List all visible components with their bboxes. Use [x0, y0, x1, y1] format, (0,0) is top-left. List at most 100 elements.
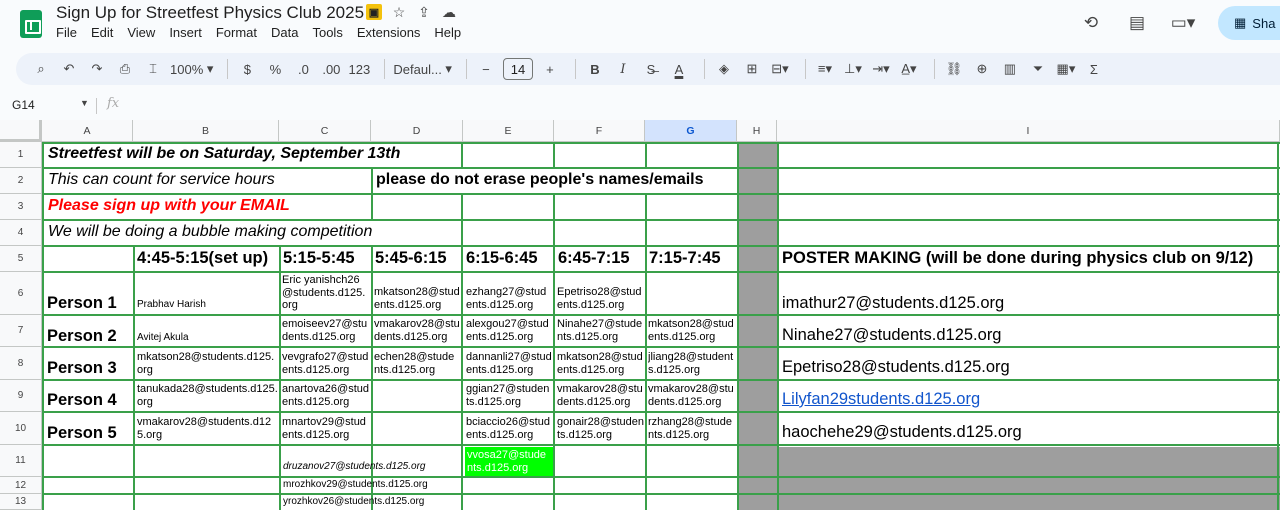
move-icon[interactable]: ⇪: [416, 4, 432, 20]
person-label[interactable]: Person 4: [47, 391, 132, 411]
font-size-decrease-button[interactable]: −: [475, 57, 497, 81]
menu-help[interactable]: Help: [434, 25, 461, 40]
column-header-e[interactable]: E: [463, 120, 554, 142]
row-header-6[interactable]: 6: [0, 272, 42, 315]
menu-extensions[interactable]: Extensions: [357, 25, 421, 40]
cell-d8[interactable]: echen28@students.d125.org: [374, 351, 460, 379]
row-header-4[interactable]: 4: [0, 220, 42, 246]
history-icon[interactable]: ⟲: [1080, 12, 1102, 34]
sheets-logo-icon[interactable]: [20, 10, 42, 38]
cell-e7[interactable]: alexgou27@students.d125.org: [466, 318, 552, 346]
print-icon[interactable]: ⎙: [114, 57, 136, 81]
column-header-c[interactable]: C: [279, 120, 371, 142]
cell-c6[interactable]: Eric yanishch26@students.d125.org: [282, 274, 370, 314]
row-header-1[interactable]: 1: [0, 142, 42, 168]
fill-color-icon[interactable]: ◈: [713, 57, 735, 81]
folder-icon[interactable]: ▣: [366, 4, 382, 20]
cell-a4[interactable]: We will be doing a bubble making competi…: [48, 223, 460, 243]
cell-f6[interactable]: Epetriso28@students.d125.org: [557, 286, 644, 314]
row-header-5[interactable]: 5: [0, 246, 42, 272]
cell-e9[interactable]: ggian27@students.d125.org: [466, 383, 552, 411]
comments-icon[interactable]: ▤: [1126, 12, 1148, 34]
cell-f9[interactable]: vmakarov28@students.d125.org: [557, 383, 644, 411]
vertical-align-icon[interactable]: ⊥▾: [842, 57, 864, 81]
horizontal-align-icon[interactable]: ≡▾: [814, 57, 836, 81]
cell-f8[interactable]: mkatson28@students.d125.org: [557, 351, 644, 379]
zoom-select[interactable]: 100% ▾: [170, 57, 213, 81]
column-header-d[interactable]: D: [371, 120, 463, 142]
bold-button[interactable]: B: [584, 57, 606, 81]
cell-g10[interactable]: rzhang28@students.d125.org: [648, 416, 736, 444]
slot-header[interactable]: 7:15-7:45: [649, 249, 736, 269]
insert-link-icon[interactable]: ⛓: [943, 57, 965, 81]
cell-e11-highlighted[interactable]: vvosa27@students.d125.org: [465, 447, 554, 477]
cell-c9[interactable]: anartova26@students.d125.org: [282, 383, 370, 411]
insert-chart-icon[interactable]: ▥: [999, 57, 1021, 81]
redo-icon[interactable]: ↷: [86, 57, 108, 81]
menu-insert[interactable]: Insert: [169, 25, 202, 40]
cell-f7[interactable]: Ninahe27@students.d125.org: [557, 318, 644, 346]
column-header-a[interactable]: A: [42, 120, 133, 142]
cell-a1[interactable]: Streetfest will be on Saturday, Septembe…: [48, 145, 460, 165]
person-label[interactable]: Person 1: [47, 294, 132, 314]
font-select[interactable]: Defaul... ▾: [393, 57, 452, 81]
select-all-corner[interactable]: [0, 120, 42, 142]
number-format-button[interactable]: 123: [348, 57, 371, 81]
row-header-9[interactable]: 9: [0, 380, 42, 412]
row-header-13[interactable]: 13: [0, 494, 42, 510]
insert-comment-icon[interactable]: ⊕: [971, 57, 993, 81]
row-header-2[interactable]: 2: [0, 168, 42, 194]
share-button[interactable]: ▦ Sha: [1218, 6, 1280, 40]
font-size-input[interactable]: 14: [502, 58, 533, 80]
document-title[interactable]: Sign Up for Streetfest Physics Club 2025: [56, 3, 364, 23]
menu-view[interactable]: View: [127, 25, 155, 40]
name-box[interactable]: G14: [12, 98, 35, 112]
menu-format[interactable]: Format: [216, 25, 257, 40]
cell-b10[interactable]: vmakarov28@students.d125.org: [137, 416, 278, 444]
cell-i7[interactable]: Ninahe27@students.d125.org: [782, 326, 1276, 346]
cell-d2[interactable]: please do not erase people's names/email…: [376, 171, 734, 191]
cell-d7[interactable]: vmakarov28@students.d125.org: [374, 318, 460, 346]
name-box-dropdown-icon[interactable]: ▼: [80, 98, 89, 108]
cell-e10[interactable]: bciaccio26@students.d125.org: [466, 416, 552, 444]
currency-button[interactable]: $: [236, 57, 258, 81]
cell-e6[interactable]: ezhang27@students.d125.org: [466, 286, 552, 314]
column-header-g[interactable]: G: [645, 120, 737, 142]
filter-icon[interactable]: ⏷: [1027, 57, 1049, 81]
row-header-3[interactable]: 3: [0, 194, 42, 220]
cell-g9[interactable]: vmakarov28@students.d125.org: [648, 383, 736, 411]
person-label[interactable]: Person 2: [47, 327, 132, 347]
menu-file[interactable]: File: [56, 25, 77, 40]
cell-c13[interactable]: yrozhkov26@students.d125.org: [283, 496, 461, 509]
person-label[interactable]: Person 3: [47, 359, 132, 379]
menu-data[interactable]: Data: [271, 25, 298, 40]
italic-button[interactable]: I: [612, 57, 634, 81]
cell-c7[interactable]: emoiseev27@students.d125.org: [282, 318, 370, 346]
menu-tools[interactable]: Tools: [312, 25, 342, 40]
meet-icon[interactable]: ▭▾: [1171, 12, 1196, 34]
cell-d6[interactable]: mkatson28@students.d125.org: [374, 286, 460, 314]
cell-i6[interactable]: imathur27@students.d125.org: [782, 294, 1276, 314]
strikethrough-icon[interactable]: S̶: [640, 57, 662, 81]
font-size-increase-button[interactable]: +: [539, 57, 561, 81]
slot-header[interactable]: 6:45-7:15: [558, 249, 644, 269]
functions-button[interactable]: Σ: [1083, 57, 1105, 81]
slot-header[interactable]: 6:15-6:45: [466, 249, 552, 269]
poster-header[interactable]: POSTER MAKING (will be done during physi…: [782, 249, 1276, 269]
percent-button[interactable]: %: [264, 57, 286, 81]
text-color-button[interactable]: A: [668, 57, 690, 81]
column-header-h[interactable]: H: [737, 120, 777, 142]
cell-c11[interactable]: druzanov27@students.d125.org: [283, 461, 461, 474]
filter-views-icon[interactable]: ▦▾: [1055, 57, 1077, 81]
cell-g7[interactable]: mkatson28@students.d125.org: [648, 318, 736, 346]
cell-i10[interactable]: haochehe29@students.d125.org: [782, 423, 1276, 443]
cell-b6[interactable]: Prabhav Harish: [137, 299, 277, 312]
row-header-7[interactable]: 7: [0, 315, 42, 347]
column-header-b[interactable]: B: [133, 120, 279, 142]
cell-c10[interactable]: mnartov29@students.d125.org: [282, 416, 370, 444]
cell-a3[interactable]: Please sign up with your EMAIL: [48, 197, 368, 217]
menu-edit[interactable]: Edit: [91, 25, 113, 40]
increase-decimal-button[interactable]: .00: [320, 57, 342, 81]
row-header-8[interactable]: 8: [0, 347, 42, 380]
text-rotation-icon[interactable]: A̲▾: [898, 57, 920, 81]
